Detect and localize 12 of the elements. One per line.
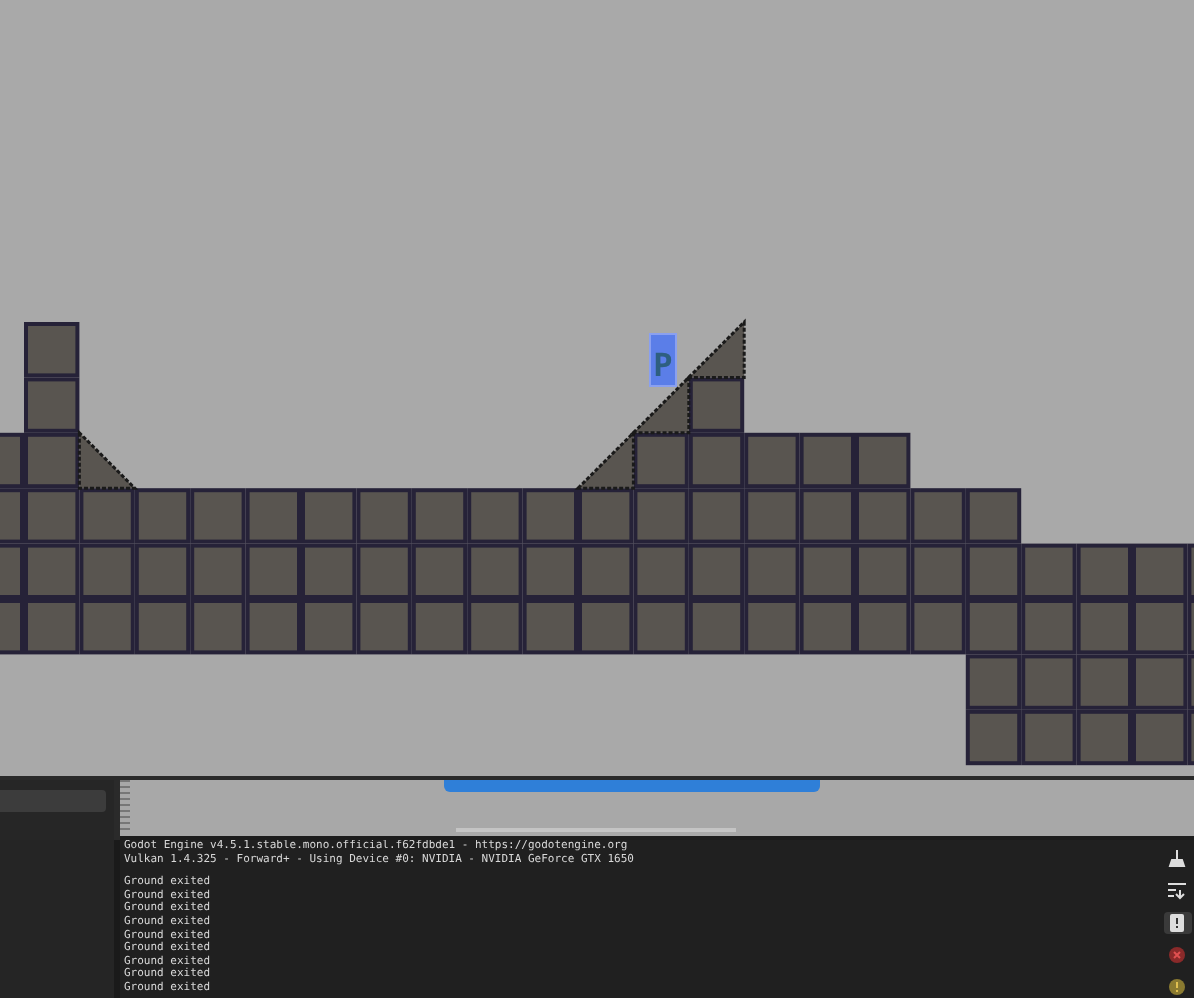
warning-filter-button[interactable] <box>1163 974 1191 998</box>
clear-output-button[interactable] <box>1163 848 1191 872</box>
lines-icon <box>1168 882 1186 901</box>
error-icon <box>1168 945 1186 964</box>
message-icon <box>1168 913 1186 932</box>
log-filter-button[interactable] <box>1163 911 1191 935</box>
broom-icon <box>1168 850 1186 869</box>
ruler-marks <box>120 780 130 832</box>
error-filter-button[interactable] <box>1163 942 1191 967</box>
warning-icon <box>1168 977 1186 996</box>
player-sprite: P <box>649 333 677 387</box>
wrap-button[interactable] <box>1163 879 1191 904</box>
